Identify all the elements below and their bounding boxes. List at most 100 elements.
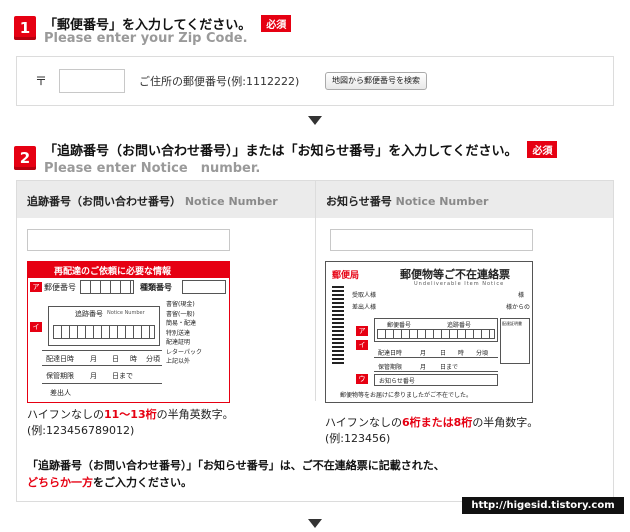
- barcode-icon: [332, 284, 344, 364]
- slip-keep-row: 保管期限 月 日まで: [42, 368, 162, 384]
- slip-item: 簡易・配達: [166, 320, 197, 327]
- notice-day: 日: [440, 350, 447, 357]
- slip-item: 配達証明: [166, 339, 191, 346]
- zip-code-input[interactable]: [59, 69, 125, 93]
- notice-hour: 時: [458, 350, 465, 357]
- notice-addressee: 受取人様: [352, 292, 377, 299]
- slip-zip-label: 郵便番号: [44, 283, 76, 292]
- notice-header-jp: お知らせ番号: [326, 195, 392, 208]
- notice-desc-pre: ハイフンなしの: [325, 416, 402, 429]
- notice-month: 月: [420, 350, 427, 357]
- tracking-header-jp: 追跡番号（お問い合わせ番号）: [27, 195, 181, 208]
- slip-tracking-digits: [53, 325, 155, 339]
- slip-month: 月: [90, 355, 97, 363]
- notice-marker-u: ウ: [356, 374, 368, 384]
- slip-item: 書留(一般): [166, 310, 195, 318]
- notice-number-input[interactable]: [330, 229, 533, 251]
- postal-mark-icon: 〒: [35, 74, 48, 88]
- notice-delivery-cert: 配達証明書: [500, 318, 530, 364]
- notice-footer: 郵便物等をお届けに参りましたがご不在でした。: [340, 392, 473, 399]
- required-badge: 必須: [527, 141, 558, 158]
- arrow-down-icon: [308, 116, 322, 125]
- slip-date-label: 配達日時: [46, 355, 74, 363]
- slip-keep-month: 月: [90, 372, 97, 380]
- slip-item: 書留(現金): [166, 301, 195, 308]
- slip-title: 再配達のご依頼に必要な情報: [54, 267, 172, 277]
- bottom-note-line-2: どちらか一方をご入力ください。: [27, 474, 445, 491]
- zip-code-panel: 〒 ご住所の郵便番号(例:1112222) 地図から郵便番号を検索: [16, 56, 614, 106]
- slip-keep-until: 日まで: [112, 372, 133, 380]
- notice-keep-until: 日まで: [440, 364, 459, 371]
- slip-keep-label: 保管期限: [46, 372, 74, 380]
- slip-item: レターパック: [166, 348, 202, 356]
- notice-card-title: 郵便物等ご不在連絡票: [400, 268, 510, 281]
- slip-tracking-label: 追跡番号: [75, 310, 103, 318]
- notice-example: (例:123456): [325, 432, 391, 445]
- notice-zip-tracking-table: 郵便番号 追跡番号: [374, 318, 498, 342]
- notice-delivery-label: 配達証明書: [502, 321, 522, 326]
- post-office-logo: 郵便局: [332, 271, 360, 281]
- notice-tracking-label: 追跡番号: [447, 322, 472, 329]
- tracking-desc-digits: 11〜13桁: [104, 408, 157, 421]
- notice-date-label: 配達日時: [378, 350, 403, 357]
- notice-keep-row: 保管期限 月 日まで: [374, 360, 498, 372]
- notice-number-row: お知らせ番号: [374, 374, 498, 386]
- notice-number-header: お知らせ番号 Notice Number: [326, 193, 489, 209]
- notice-sender-from: 様からの: [506, 304, 531, 311]
- notice-zip-label: 郵便番号: [387, 322, 412, 329]
- watermark: http://higesid.tistory.com: [462, 497, 624, 514]
- notice-digit-boxes: [377, 329, 495, 339]
- notice-date-row: 配達日時 月 日 時 分頃: [374, 346, 498, 358]
- tracking-example: (例:123456789012): [27, 424, 135, 437]
- bottom-note: 「追跡番号（お問い合わせ番号）」「お知らせ番号」は、ご不在連絡票に記載された、 …: [27, 457, 445, 491]
- step-1-header: 1 「郵便番号」を入力してください。 必須 Please enter your Z…: [14, 14, 614, 50]
- tracking-slip-illustration: 再配達のご依頼に必要な情報 ア 郵便番号 種類番号 追跡番号 Notice Nu…: [27, 261, 230, 403]
- tracking-header-en: Notice Number: [184, 195, 278, 208]
- step-2-subtitle: Please enter Notice number.: [44, 161, 261, 176]
- tracking-number-input[interactable]: [27, 229, 230, 251]
- tracking-desc-pre: ハイフンなしの: [27, 408, 104, 421]
- slip-marker-a: ア: [30, 282, 42, 292]
- bottom-note-line-1: 「追跡番号（お問い合わせ番号）」「お知らせ番号」は、ご不在連絡票に記載された、: [27, 459, 445, 472]
- slip-sender-label: 差出人: [50, 389, 71, 397]
- arrow-down-icon: [308, 519, 322, 528]
- step-2-header: 2 「追跡番号（お問い合わせ番号）」または「お知らせ番号」を入力してください。必…: [14, 140, 624, 176]
- required-badge: 必須: [261, 15, 292, 32]
- slip-date-row: 配達日時 月 日 時 分頃: [42, 350, 162, 366]
- absence-notice-illustration: 郵便局 郵便物等ご不在連絡票 Undeliverable Item Notice…: [325, 261, 533, 403]
- slip-title-bar: 再配達のご依頼に必要な情報: [28, 262, 229, 278]
- tracking-number-header: 追跡番号（お問い合わせ番号） Notice Number: [27, 193, 278, 209]
- slip-hour: 時: [130, 355, 137, 363]
- search-zip-from-map-button[interactable]: 地図から郵便番号を検索: [325, 72, 427, 90]
- notice-card-subtitle: Undeliverable Item Notice: [414, 281, 505, 287]
- step-number-2: 2: [14, 146, 36, 170]
- slip-item-list: 書留(現金) 書留(一般) 簡易・配達 特別送達 配達証明 レターパック 上記以…: [166, 300, 228, 370]
- slip-type-label: 種類番号: [140, 283, 172, 292]
- bottom-note-line-2-post: をご入力ください。: [93, 476, 192, 489]
- slip-item: 上記以外: [166, 358, 191, 365]
- notice-desc-digits: 6桁または8桁: [402, 416, 473, 429]
- notice-desc-post: の半角数字。: [472, 416, 539, 429]
- slip-minute: 分頃: [146, 355, 160, 363]
- tracking-description: ハイフンなしの11〜13桁の半角英数字。 (例:123456789012): [27, 407, 234, 439]
- tracking-desc-post: の半角英数字。: [156, 408, 234, 421]
- notice-marker-i: イ: [356, 340, 368, 350]
- notice-description: ハイフンなしの6桁または8桁の半角数字。 (例:123456): [325, 415, 538, 447]
- slip-zip-boxes: [80, 280, 134, 294]
- bottom-note-emphasis: どちらか一方: [27, 476, 93, 489]
- slip-day: 日: [112, 355, 119, 363]
- notice-number-panel: 追跡番号（お問い合わせ番号） Notice Number お知らせ番号 Noti…: [16, 180, 614, 502]
- notice-minute: 分頃: [476, 350, 489, 357]
- slip-tracking-box: 追跡番号 Notice Number: [48, 306, 160, 346]
- notice-number-label: お知らせ番号: [379, 378, 415, 385]
- notice-marker-a: ア: [356, 326, 368, 336]
- slip-type-boxes: [182, 280, 226, 294]
- zip-code-label: ご住所の郵便番号(例:1112222): [139, 75, 300, 88]
- slip-item: 特別送達: [166, 329, 191, 337]
- step-number-1: 1: [14, 16, 36, 40]
- notice-keep-label: 保管期限: [378, 364, 403, 371]
- column-divider: [315, 181, 316, 401]
- slip-notice-label: Notice Number: [107, 310, 145, 316]
- notice-sender: 差出人様: [352, 304, 377, 311]
- notice-keep-month: 月: [420, 364, 427, 371]
